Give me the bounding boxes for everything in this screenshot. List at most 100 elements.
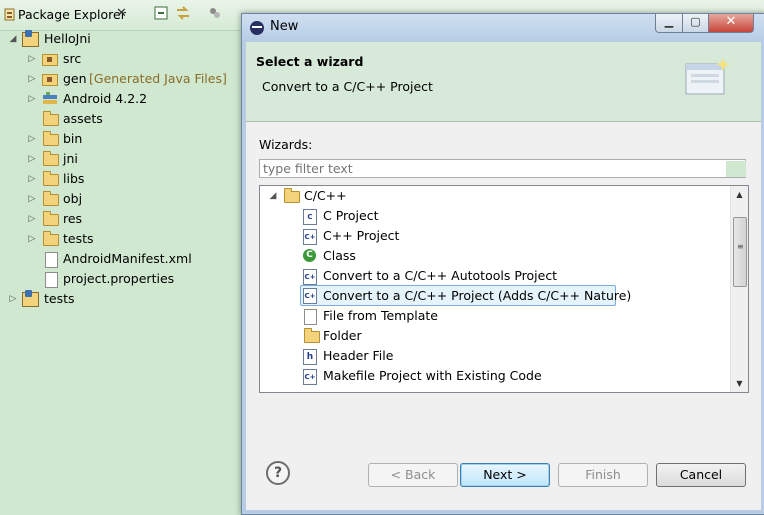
project-icon [22, 30, 39, 47]
collapsed-icon[interactable]: ▷ [27, 169, 37, 189]
file-icon [45, 272, 58, 288]
c-project-icon: C [303, 209, 317, 225]
filter-input[interactable] [259, 159, 746, 178]
dialog-title: New [270, 19, 299, 34]
scroll-up-icon[interactable]: ▲ [731, 186, 748, 203]
makefile-icon: C+ [303, 369, 317, 385]
wizard-item-label: Makefile Project with Existing Code [323, 368, 542, 383]
tree-item-androidmanifest[interactable]: AndroidManifest.xml [0, 249, 240, 269]
collapsed-icon[interactable]: ▷ [27, 129, 37, 149]
cpp-project-icon: C+ [303, 229, 317, 245]
convert-icon: C+ [303, 288, 317, 304]
folder-icon [43, 151, 59, 166]
clear-filter-icon[interactable] [726, 161, 746, 177]
wizard-item-label: Folder [323, 328, 362, 343]
banner-description: Convert to a C/C++ Project [262, 79, 433, 94]
tree-item-src[interactable]: ▷ src [0, 49, 240, 69]
tree-item-assets[interactable]: assets [0, 109, 240, 129]
tree-item-tests-folder[interactable]: ▷ tests [0, 229, 240, 249]
wizard-item-label: C++ Project [323, 228, 400, 243]
link-with-editor-icon[interactable] [175, 6, 191, 22]
expanded-icon[interactable]: ◢ [268, 186, 278, 206]
maximize-button[interactable]: ▢ [682, 14, 709, 33]
folder-icon [43, 191, 59, 206]
help-icon[interactable]: ? [266, 461, 290, 485]
tree-item-res[interactable]: ▷ res [0, 209, 240, 229]
tree-item-libs[interactable]: ▷ libs [0, 169, 240, 189]
scroll-down-icon[interactable]: ▼ [731, 375, 748, 392]
wizard-item-convert-cpp-selected[interactable]: C+ Convert to a C/C++ Project (Adds C/C+… [300, 285, 631, 306]
folder-icon [43, 231, 59, 246]
expanded-icon[interactable]: ◢ [8, 29, 18, 49]
folder-icon [43, 211, 59, 226]
tree-item-obj[interactable]: ▷ obj [0, 189, 240, 209]
wizard-item-folder[interactable]: Folder [260, 326, 730, 346]
grip-icon: ≡ [737, 242, 744, 251]
wizard-tree-scrollbar[interactable]: ▲ ≡ ▼ [730, 186, 748, 392]
wizard-item-convert-autotools[interactable]: C+ Convert to a C/C++ Autotools Project [260, 266, 730, 286]
tree-item-tests-project[interactable]: ▷ tests [0, 289, 240, 309]
tree-item-jni[interactable]: ▷ jni [0, 149, 240, 169]
tree-item-hellojni[interactable]: ◢ HelloJni [0, 29, 240, 49]
package-explorer-title[interactable]: Package Explorer [18, 7, 126, 22]
tree-item-label: tests [63, 231, 94, 246]
tree-item-label: res [63, 211, 83, 226]
back-button[interactable]: < Back [368, 463, 458, 487]
tree-item-label: assets [63, 111, 103, 126]
view-menu-icon[interactable] [207, 6, 223, 22]
tree-item-label: AndroidManifest.xml [63, 251, 192, 266]
convert-icon: C+ [303, 269, 317, 285]
tree-item-label: src [63, 51, 82, 66]
next-button[interactable]: Next > [460, 463, 550, 487]
tree-item-label: bin [63, 131, 83, 146]
package-folder-icon [42, 74, 58, 86]
wizard-item-cpp-project[interactable]: C+ C++ Project [260, 226, 730, 246]
collapsed-icon[interactable]: ▷ [27, 89, 37, 109]
collapsed-icon[interactable]: ▷ [27, 69, 37, 89]
minimize-button[interactable]: ▁ [655, 14, 683, 33]
collapsed-icon[interactable]: ▷ [27, 49, 37, 69]
close-window-button[interactable]: ✕ [708, 14, 754, 33]
scrollbar-thumb[interactable]: ≡ [733, 217, 747, 287]
finish-button[interactable]: Finish [558, 463, 648, 487]
wizard-item-label: Header File [323, 348, 394, 363]
package-explorer-icon [4, 8, 15, 21]
tree-item-label: jni [63, 151, 78, 166]
collapsed-icon[interactable]: ▷ [8, 289, 18, 309]
wizard-item-file-from-template[interactable]: File from Template [260, 306, 730, 326]
package-folder-icon [42, 54, 58, 66]
tree-item-gen[interactable]: ▷ gen [Generated Java Files] [0, 69, 240, 89]
tree-item-label: project.properties [63, 271, 175, 286]
wizard-item-label: Convert to a C/C++ Project (Adds C/C++ N… [323, 288, 632, 303]
banner-title: Select a wizard [256, 54, 364, 69]
tree-item-project-properties[interactable]: project.properties [0, 269, 240, 289]
wizard-item-makefile-project[interactable]: C+ Makefile Project with Existing Code [260, 366, 730, 386]
wizard-item-c-project[interactable]: C C Project [260, 206, 730, 226]
wizard-item-class[interactable]: C Class [260, 246, 730, 266]
xml-file-icon [45, 252, 58, 268]
collapse-all-icon[interactable] [153, 6, 169, 22]
wizard-item-label: Convert to a C/C++ Autotools Project [323, 268, 558, 283]
wizard-item-label: C Project [323, 208, 379, 223]
new-wizard-dialog: New ▁ ▢ ✕ Select a wizard Convert to a C… [241, 13, 764, 515]
wizard-item-header-file[interactable]: h Header File [260, 346, 730, 366]
tree-item-label: libs [63, 171, 85, 186]
collapsed-icon[interactable]: ▷ [27, 149, 37, 169]
collapsed-icon[interactable]: ▷ [27, 189, 37, 209]
folder-icon [284, 188, 300, 203]
collapsed-icon[interactable]: ▷ [27, 209, 37, 229]
project-icon [22, 290, 39, 307]
tree-item-label: gen [63, 71, 87, 86]
collapsed-icon[interactable]: ▷ [27, 229, 37, 249]
tree-item-android-lib[interactable]: ▷ Android 4.2.2 [0, 89, 240, 109]
dialog-titlebar[interactable]: New ▁ ▢ ✕ [242, 14, 764, 41]
wizard-tree[interactable]: ◢ C/C++ C C Project C+ C++ Project C Cla… [259, 185, 749, 393]
wizard-category-cpp[interactable]: ◢ C/C++ [260, 186, 730, 206]
class-icon: C [303, 249, 316, 262]
close-icon[interactable]: ✕ [116, 6, 127, 21]
cancel-button[interactable]: Cancel [656, 463, 746, 487]
tree-item-bin[interactable]: ▷ bin [0, 129, 240, 149]
wizard-item-label: Class [323, 248, 356, 263]
header-file-icon: h [303, 349, 317, 365]
wizard-item-label: File from Template [323, 308, 438, 323]
